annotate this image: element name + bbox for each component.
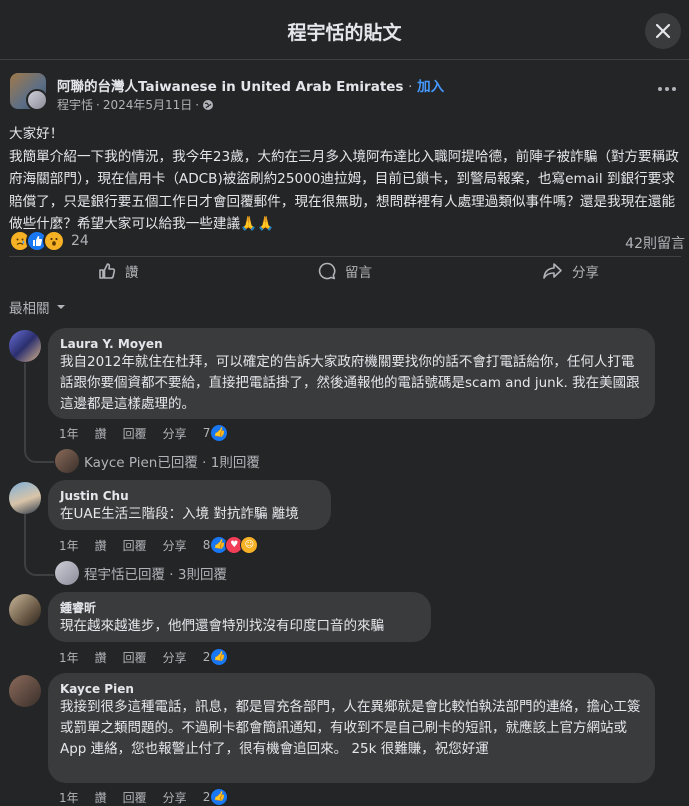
comment-reactions[interactable]: 2 👍 bbox=[203, 788, 229, 806]
comment-time[interactable]: 1年 bbox=[59, 425, 79, 442]
post-paragraph: 大家好！ bbox=[9, 126, 64, 142]
like-reaction-icon: 👍 bbox=[210, 788, 229, 806]
join-link[interactable]: 加入 bbox=[417, 79, 444, 95]
comment-reactions[interactable]: 7 👍 bbox=[203, 424, 229, 442]
close-button[interactable] bbox=[645, 13, 681, 49]
comment-button[interactable]: 留言 bbox=[317, 261, 372, 281]
comment-share-button[interactable]: 分享 bbox=[163, 789, 187, 806]
like-button[interactable]: 讚 bbox=[97, 261, 139, 281]
comment-like-count: 7 bbox=[202, 426, 211, 440]
comment-like-count: 8 bbox=[202, 538, 211, 552]
commenter-avatar[interactable] bbox=[9, 330, 41, 362]
replier-avatar bbox=[55, 449, 79, 473]
more-options-button[interactable] bbox=[654, 76, 680, 102]
comment-reactions[interactable]: 2 👍 bbox=[203, 648, 229, 666]
comment-reply-button[interactable]: 回覆 bbox=[123, 537, 147, 554]
thread-line bbox=[24, 514, 54, 576]
commenter-name[interactable]: Kayce Pien bbox=[60, 681, 643, 697]
reactions-summary: 24 42則留言 bbox=[9, 230, 685, 252]
comment-meta: 1年 讚 回覆 分享 8 👍 ♥ ☺ bbox=[59, 536, 259, 554]
comment-meta: 1年 讚 回覆 分享 7 👍 bbox=[59, 424, 229, 442]
post-date-link[interactable]: 2024年5月11日 bbox=[103, 96, 192, 113]
commenter-avatar[interactable] bbox=[9, 594, 41, 626]
view-replies-link[interactable]: 程宇恬已回覆 · 3則回覆 bbox=[55, 561, 227, 585]
comment-share-button[interactable]: 分享 bbox=[163, 649, 187, 666]
reaction-icons[interactable] bbox=[9, 230, 65, 252]
globe-icon bbox=[203, 99, 214, 110]
chevron-down-icon bbox=[56, 305, 65, 309]
comment-time[interactable]: 1年 bbox=[59, 789, 79, 806]
comment-text: 現在越來越進步，他們還會特別找沒有印度口音的來騙 bbox=[60, 618, 384, 634]
care-reaction-icon: ☺ bbox=[240, 536, 259, 554]
comment-bubble: Kayce Pien 我接到很多這種電話，訊息，都是冒充各部門，人在異鄉就是會比… bbox=[48, 673, 655, 783]
replies-summary: Kayce Pien已回覆 · 1則回覆 bbox=[84, 455, 260, 471]
comment-like-button[interactable]: 讚 bbox=[95, 649, 107, 666]
comment-sort-dropdown[interactable]: 最相關 bbox=[9, 297, 66, 317]
dialog-header: 程宇恬的貼文 bbox=[0, 0, 689, 60]
post-paragraph: 我簡單介紹一下我的情況，我今年23歲，大約在三月多入境阿布達比入職阿提哈德，前陣… bbox=[9, 148, 679, 233]
dialog-title: 程宇恬的貼文 bbox=[287, 22, 402, 44]
post-body: 大家好！ 我簡單介紹一下我的情況，我今年23歲，大約在三月多入境阿布達比入職阿提… bbox=[9, 123, 681, 236]
share-button[interactable]: 分享 bbox=[542, 261, 599, 281]
comment-time[interactable]: 1年 bbox=[59, 649, 79, 666]
comment-share-button[interactable]: 分享 bbox=[163, 425, 187, 442]
commenter-name[interactable]: 鍾睿昕 bbox=[60, 600, 419, 616]
like-reaction-icon: 👍 bbox=[210, 424, 229, 442]
comment-share-button[interactable]: 分享 bbox=[163, 537, 187, 554]
post-header: 阿聯的台灣人Taiwanese in United Arab Emirates … bbox=[0, 70, 689, 116]
post-action-bar: 讚 留言 分享 bbox=[9, 256, 681, 287]
comment-reactions[interactable]: 8 👍 ♥ ☺ bbox=[203, 536, 259, 554]
comment-like-button[interactable]: 讚 bbox=[95, 537, 107, 554]
commenter-avatar[interactable] bbox=[9, 482, 41, 514]
comment-reply-button[interactable]: 回覆 bbox=[123, 425, 147, 442]
comment-text: 我接到很多這種電話，訊息，都是冒充各部門，人在異鄉就是會比較怕執法部門的連絡，擔… bbox=[60, 699, 641, 757]
comment-like-count: 2 bbox=[202, 650, 211, 664]
meta-dot: · bbox=[195, 97, 200, 112]
wow-reaction-icon bbox=[43, 230, 65, 252]
meta-dot: · bbox=[96, 97, 100, 112]
comment-icon bbox=[318, 262, 336, 280]
comment-label: 留言 bbox=[345, 265, 372, 281]
like-reaction-icon: 👍 bbox=[210, 648, 229, 666]
comment-reply-button[interactable]: 回覆 bbox=[123, 789, 147, 806]
group-name-link[interactable]: 阿聯的台灣人Taiwanese in United Arab Emirates bbox=[57, 79, 403, 95]
replier-avatar bbox=[55, 561, 79, 585]
replies-summary: 程宇恬已回覆 · 3則回覆 bbox=[84, 567, 227, 583]
group-line: 阿聯的台灣人Taiwanese in United Arab Emirates … bbox=[57, 75, 444, 95]
comment-meta: 1年 讚 回覆 分享 2 👍 bbox=[59, 648, 229, 666]
comment-like-button[interactable]: 讚 bbox=[95, 789, 107, 806]
commenter-avatar[interactable] bbox=[9, 675, 41, 707]
comment-bubble: Laura Y. Moyen 我自2012年就住在杜拜，可以確定的告訴大家政府機… bbox=[48, 328, 655, 419]
comment-count[interactable]: 42則留言 bbox=[625, 233, 685, 253]
comment-time[interactable]: 1年 bbox=[59, 537, 79, 554]
sort-label: 最相關 bbox=[9, 301, 50, 317]
thumbs-up-icon bbox=[99, 263, 116, 279]
commenter-name[interactable]: Laura Y. Moyen bbox=[60, 336, 643, 352]
like-label: 讚 bbox=[125, 265, 139, 281]
author-name-link[interactable]: 程宇恬 bbox=[57, 96, 93, 113]
comment-like-count: 2 bbox=[202, 790, 211, 804]
comment-meta: 1年 讚 回覆 分享 2 👍 bbox=[59, 788, 229, 806]
author-avatar[interactable] bbox=[26, 89, 48, 111]
comment-reply-button[interactable]: 回覆 bbox=[123, 649, 147, 666]
share-icon bbox=[543, 263, 562, 279]
reaction-count[interactable]: 24 bbox=[71, 233, 89, 249]
close-icon bbox=[655, 23, 671, 39]
comment-like-button[interactable]: 讚 bbox=[95, 425, 107, 442]
comment-bubble: 鍾睿昕 現在越來越進步，他們還會特別找沒有印度口音的來騙 bbox=[48, 592, 431, 642]
view-replies-link[interactable]: Kayce Pien已回覆 · 1則回覆 bbox=[55, 449, 260, 473]
comment-text: 我自2012年就住在杜拜，可以確定的告訴大家政府機關要找你的話不會打電話給你，任… bbox=[60, 354, 640, 412]
separator: · bbox=[408, 79, 413, 95]
comment-text: 在UAE生活三階段：入境 對抗詐騙 離境 bbox=[60, 506, 299, 522]
post-meta: 程宇恬 · 2024年5月11日 · bbox=[57, 96, 214, 113]
commenter-name[interactable]: Justin Chu bbox=[60, 488, 319, 504]
comment-bubble: Justin Chu 在UAE生活三階段：入境 對抗詐騙 離境 bbox=[48, 480, 331, 530]
share-label: 分享 bbox=[572, 265, 599, 281]
